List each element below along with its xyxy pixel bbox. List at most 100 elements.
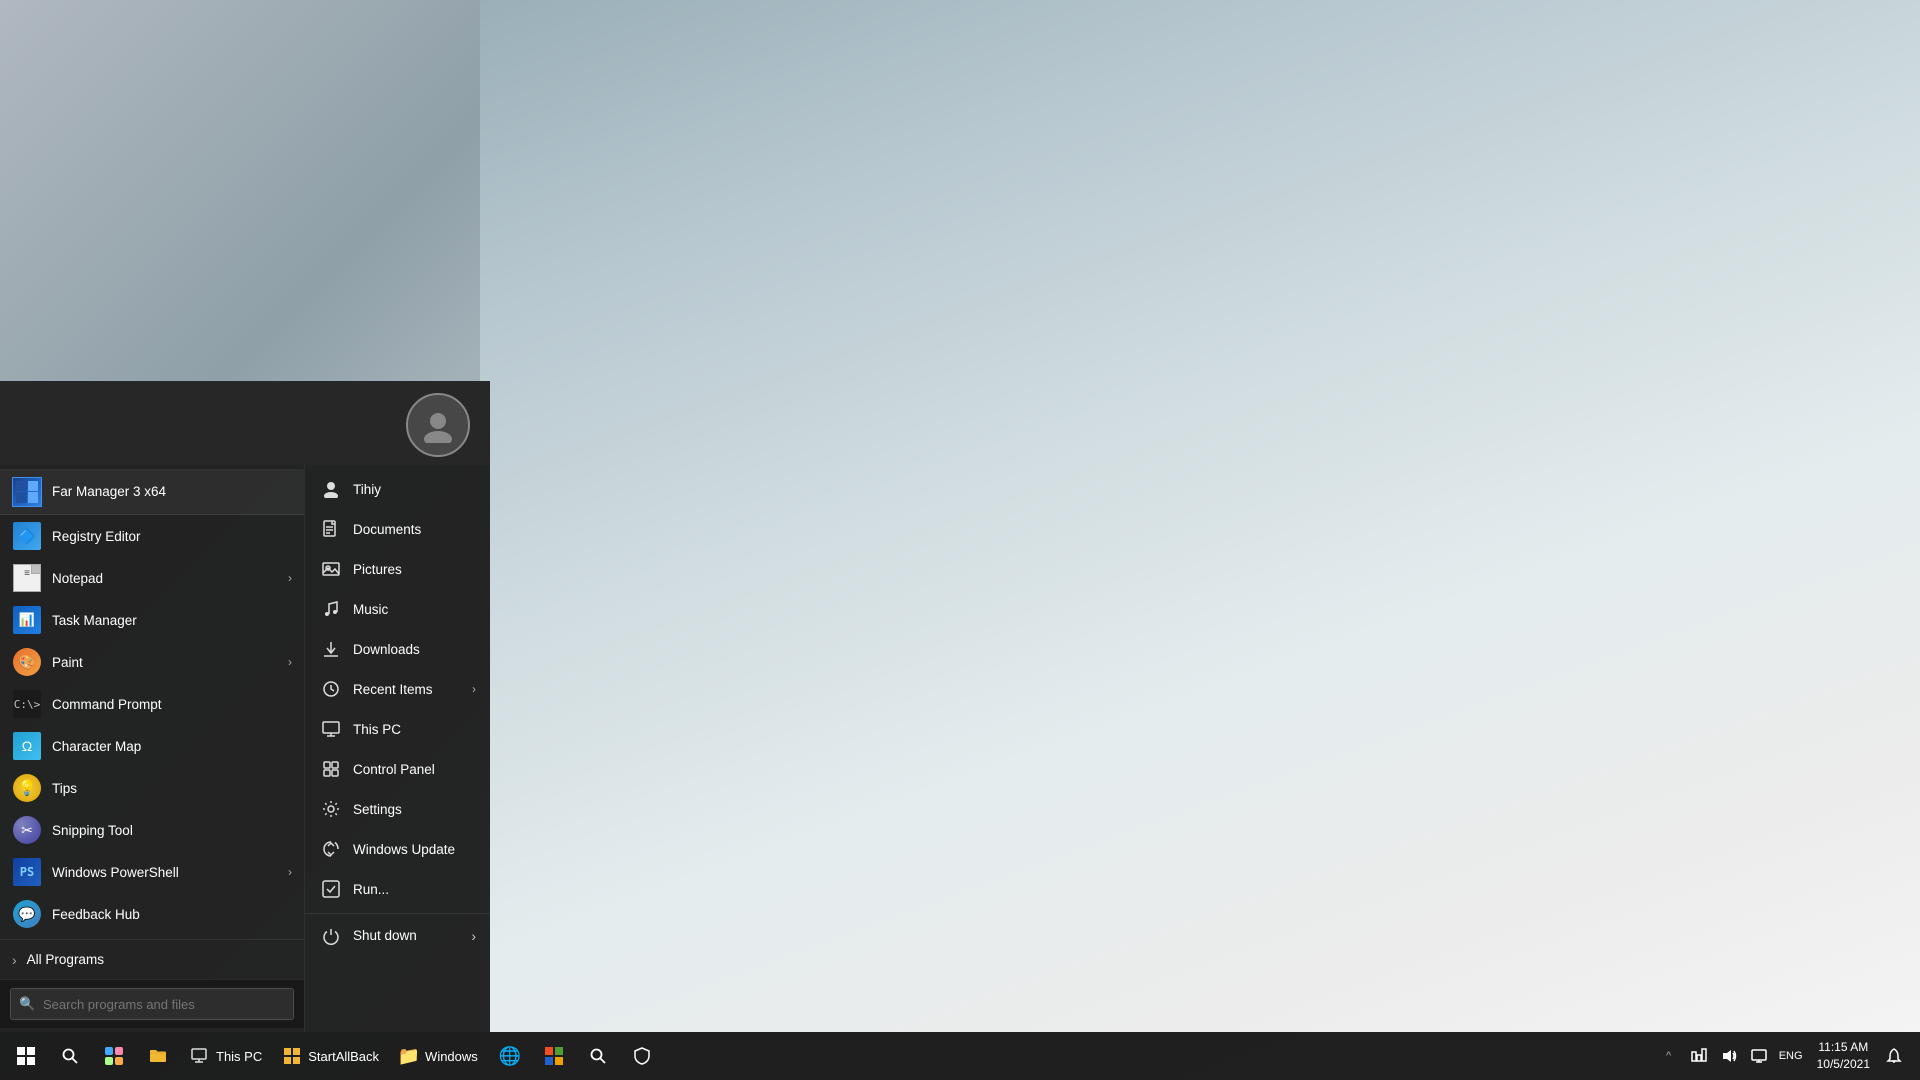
taskbar-search-button[interactable] [48, 1034, 92, 1078]
taskbar-widgets-button[interactable] [92, 1034, 136, 1078]
tihiy-label: Tihiy [353, 482, 476, 497]
downloads-icon [319, 637, 343, 661]
shutdown-item[interactable]: Shut down › [305, 913, 490, 957]
taskbar-search2-button[interactable] [576, 1034, 620, 1078]
windows-logo-icon [17, 1047, 35, 1065]
windows-powershell-item[interactable]: PS Windows PowerShell › [0, 851, 304, 893]
display-icon[interactable] [1745, 1034, 1773, 1078]
notepad-arrow: › [288, 571, 292, 585]
character-map-icon: Ω [12, 731, 42, 761]
notepad-icon: ≡ [12, 563, 42, 593]
startallback-button[interactable]: StartAllBack [272, 1034, 389, 1078]
clock-area[interactable]: 11:15 AM 10/5/2021 [1809, 1039, 1878, 1073]
search-input[interactable] [10, 988, 294, 1020]
downloads-item[interactable]: Downloads [305, 629, 490, 669]
network-icon[interactable] [1685, 1034, 1713, 1078]
pictures-label: Pictures [353, 562, 476, 577]
far-manager-icon [12, 477, 42, 507]
run-item[interactable]: Run... [305, 869, 490, 909]
recent-items-arrow: › [472, 682, 476, 696]
windows-update-item[interactable]: Windows Update [305, 829, 490, 869]
language-label: ENG [1779, 1050, 1803, 1062]
this-pc-item[interactable]: This PC [305, 709, 490, 749]
settings-item[interactable]: Settings [305, 789, 490, 829]
snipping-tool-icon: ✂ [12, 815, 42, 845]
paint-item[interactable]: 🎨 Paint › [0, 641, 304, 683]
notepad-label: Notepad [52, 571, 278, 586]
windows-folder-icon: 📁 [399, 1046, 419, 1066]
control-panel-item[interactable]: Control Panel [305, 749, 490, 789]
task-manager-item[interactable]: 📊 Task Manager [0, 599, 304, 641]
snipping-tool-item[interactable]: ✂ Snipping Tool [0, 809, 304, 851]
recent-items-label: Recent Items [353, 682, 462, 697]
user-area [0, 381, 490, 465]
registry-editor-item[interactable]: 🔷 Registry Editor [0, 515, 304, 557]
command-prompt-icon: C:\> [12, 689, 42, 719]
windows-update-label: Windows Update [353, 842, 476, 857]
date-display: 10/5/2021 [1817, 1056, 1870, 1073]
pictures-item[interactable]: Pictures [305, 549, 490, 589]
all-programs-item[interactable]: › All Programs [0, 939, 304, 979]
windows-powershell-icon: PS [12, 857, 42, 887]
this-pc-taskbar-label: This PC [216, 1049, 262, 1064]
command-prompt-item[interactable]: C:\> Command Prompt [0, 683, 304, 725]
widgets-icon [105, 1047, 123, 1065]
start-button[interactable] [4, 1034, 48, 1078]
tips-item[interactable]: 💡 Tips [0, 767, 304, 809]
windows-folder-button[interactable]: 📁 Windows [389, 1034, 488, 1078]
this-pc-taskbar-button[interactable]: This PC [180, 1034, 272, 1078]
documents-item[interactable]: Documents [305, 509, 490, 549]
all-programs-label: All Programs [27, 952, 292, 967]
character-map-item[interactable]: Ω Character Map [0, 725, 304, 767]
task-manager-label: Task Manager [52, 613, 292, 628]
feedback-hub-label: Feedback Hub [52, 907, 292, 922]
downloads-label: Downloads [353, 642, 476, 657]
paint-arrow: › [288, 655, 292, 669]
task-manager-icon: 📊 [12, 605, 42, 635]
volume-icon[interactable] [1715, 1034, 1743, 1078]
control-panel-label: Control Panel [353, 762, 476, 777]
tihiy-item[interactable]: Tihiy [305, 469, 490, 509]
paint-label: Paint [52, 655, 278, 670]
tips-label: Tips [52, 781, 292, 796]
desktop-wallpaper [480, 0, 1920, 1032]
shutdown-icon [319, 924, 343, 948]
pictures-icon [319, 557, 343, 581]
character-map-label: Character Map [52, 739, 292, 754]
security-button[interactable] [620, 1034, 664, 1078]
command-prompt-label: Command Prompt [52, 697, 292, 712]
taskbar-search2-icon [589, 1047, 607, 1065]
run-label: Run... [353, 882, 476, 897]
tray-expand-button[interactable]: ^ [1655, 1034, 1683, 1078]
feedback-hub-item[interactable]: 💬 Feedback Hub [0, 893, 304, 935]
shutdown-label: Shut down [353, 928, 461, 943]
documents-label: Documents [353, 522, 476, 537]
control-panel-icon [319, 757, 343, 781]
left-column: Far Manager 3 x64 🔷 Registry Editor ≡ No… [0, 465, 305, 1032]
far-manager-item[interactable]: Far Manager 3 x64 [0, 469, 304, 515]
settings-icon [319, 797, 343, 821]
notification-button[interactable] [1880, 1034, 1908, 1078]
store-button[interactable] [532, 1034, 576, 1078]
tihiy-icon [319, 477, 343, 501]
search-bar: 🔍 [0, 979, 304, 1028]
all-programs-arrow-icon: › [12, 952, 17, 968]
language-indicator[interactable]: ENG [1775, 1034, 1807, 1078]
music-label: Music [353, 602, 476, 617]
powershell-arrow: › [288, 865, 292, 879]
recent-items-item[interactable]: Recent Items › [305, 669, 490, 709]
windows-folder-label: Windows [425, 1049, 478, 1064]
edge-button[interactable]: 🌐 [488, 1034, 532, 1078]
music-icon [319, 597, 343, 621]
search-wrapper: 🔍 [10, 988, 294, 1020]
feedback-hub-icon: 💬 [12, 899, 42, 929]
notepad-item[interactable]: ≡ Notepad › [0, 557, 304, 599]
security-icon [633, 1047, 651, 1065]
user-avatar[interactable] [406, 393, 470, 457]
shutdown-arrow: › [471, 928, 476, 944]
music-item[interactable]: Music [305, 589, 490, 629]
file-explorer-button[interactable] [136, 1034, 180, 1078]
taskbar-search-icon [61, 1047, 79, 1065]
store-icon [544, 1046, 564, 1066]
startallback-icon [282, 1046, 302, 1066]
